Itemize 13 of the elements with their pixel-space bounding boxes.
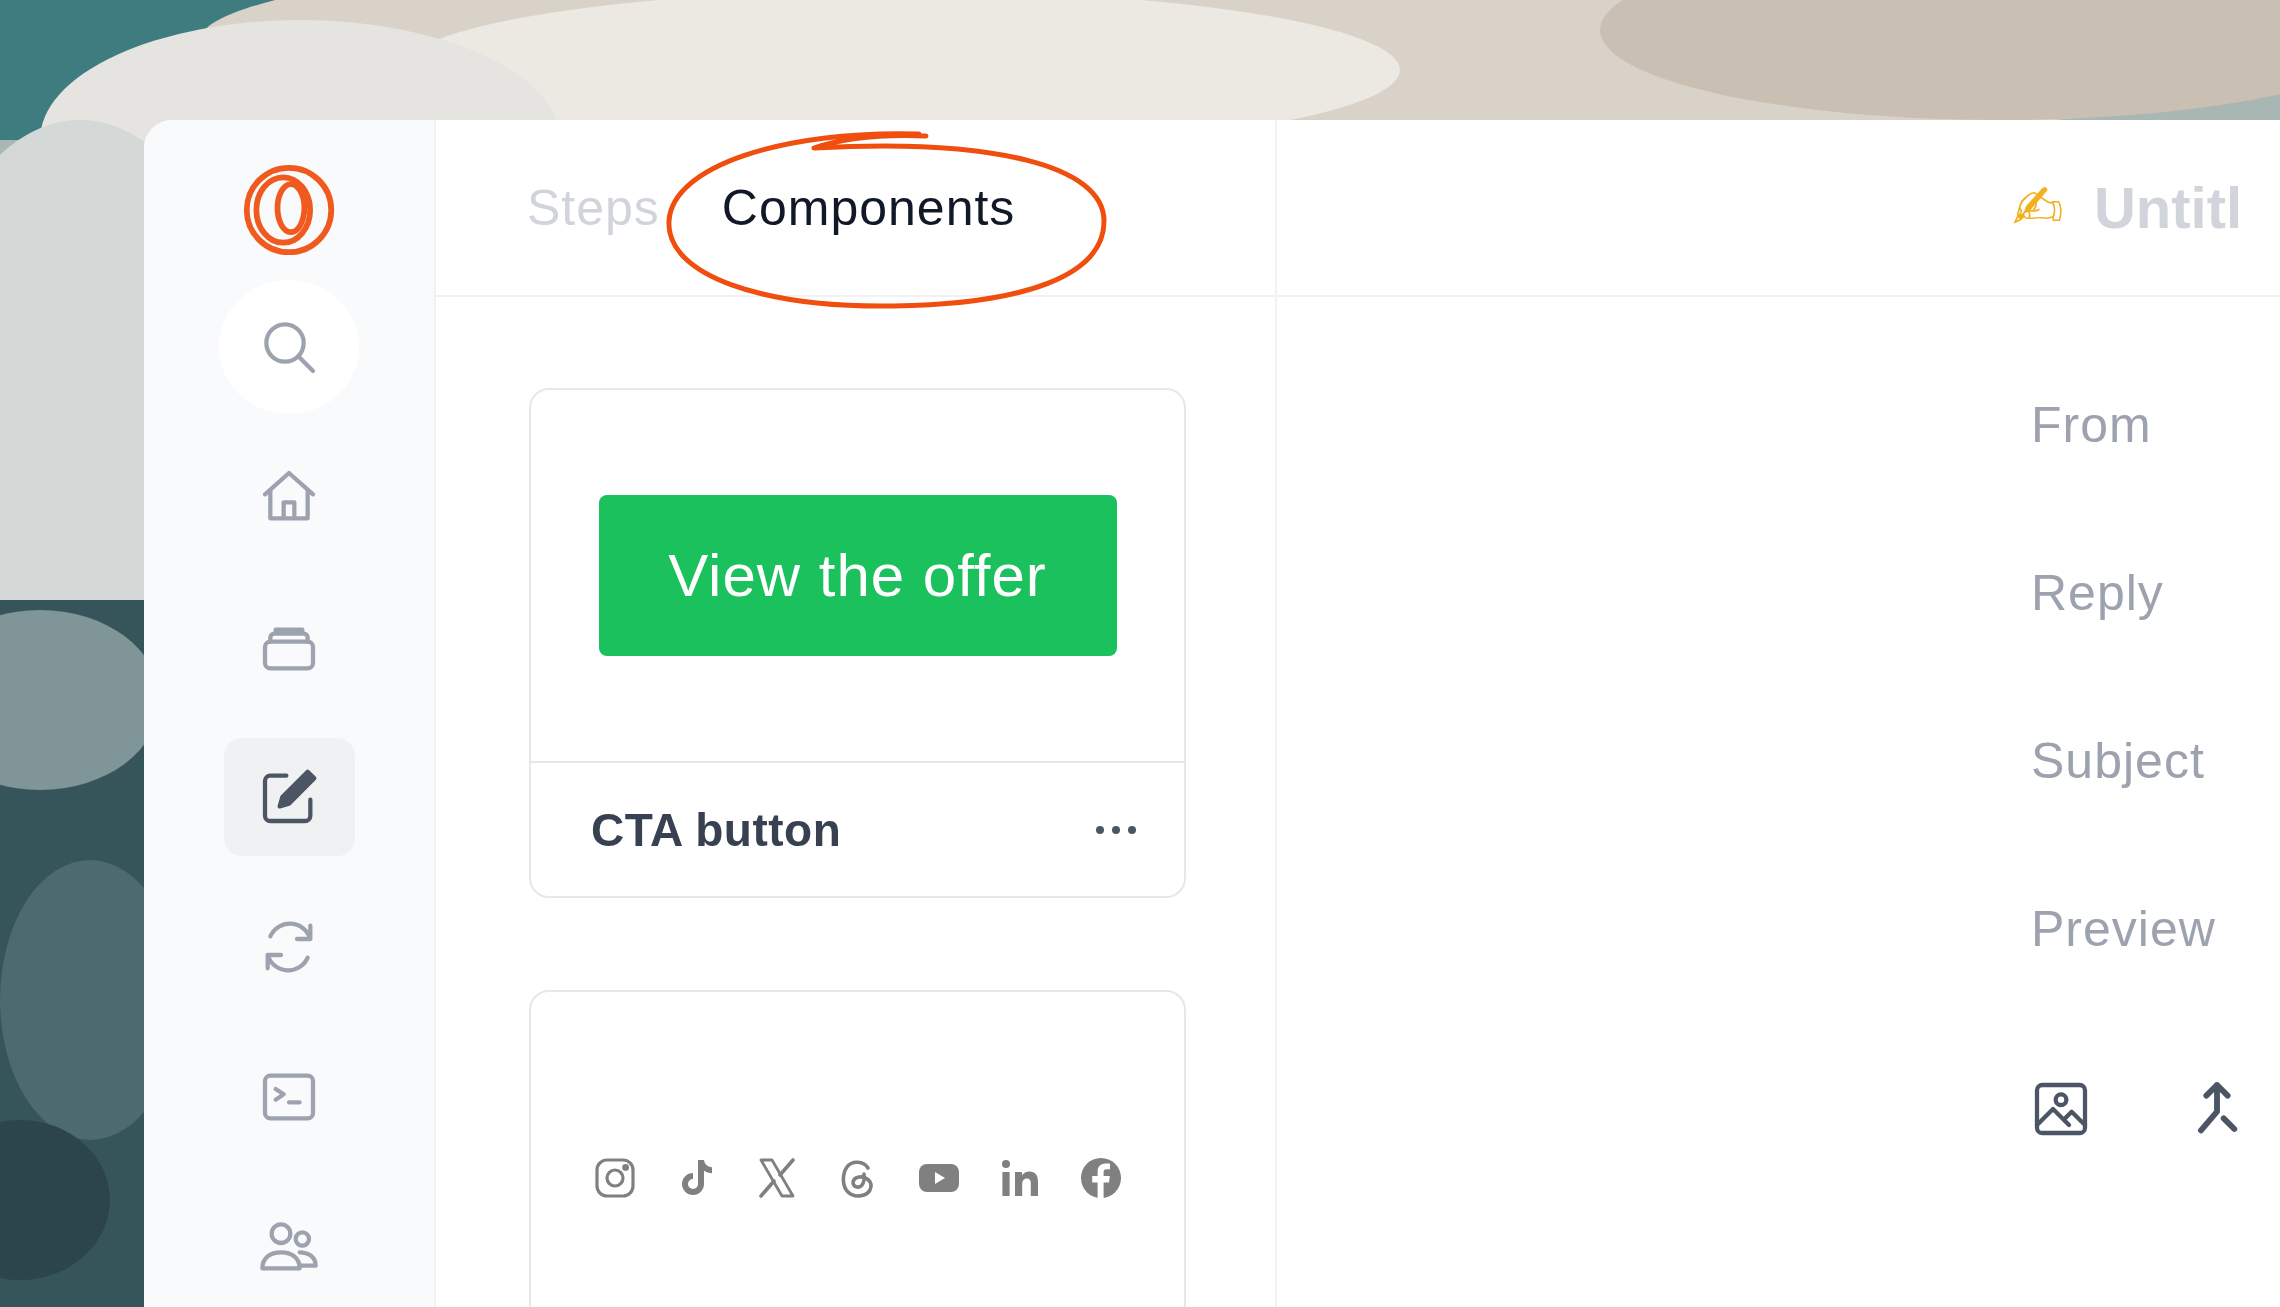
- field-label: Subject: [2031, 733, 2206, 789]
- logo-icon[interactable]: [241, 162, 337, 258]
- sidebar-item[interactable]: [223, 738, 355, 856]
- field-label: Preview: [2031, 901, 2217, 957]
- writing-hand-emoji: ✍: [2012, 171, 2064, 244]
- field-label: From: [2031, 397, 2153, 453]
- field-label: Reply: [2031, 565, 2165, 621]
- tab[interactable]: Components: [721, 178, 1016, 237]
- component-title: CTA button: [591, 802, 842, 857]
- component-card[interactable]: View the offer CTA button: [529, 388, 1186, 898]
- component-card[interactable]: [529, 990, 1186, 1307]
- more-icon[interactable]: [1094, 823, 1138, 836]
- cta-button[interactable]: View the offer: [598, 495, 1117, 656]
